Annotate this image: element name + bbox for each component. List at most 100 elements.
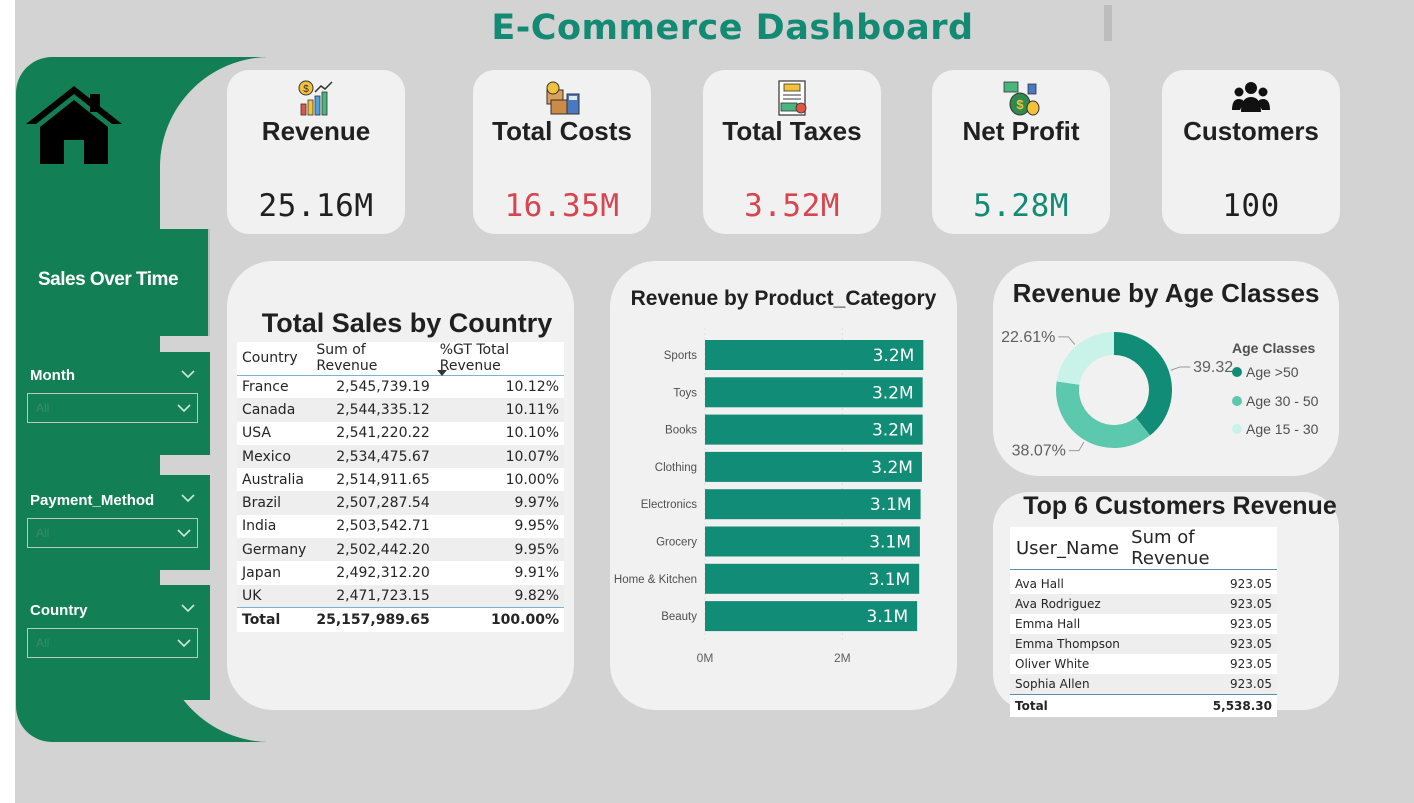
- user-name-cell: Ava Rodriguez: [1010, 593, 1126, 614]
- total-row: Total 5,538.30: [1010, 694, 1277, 717]
- revenue-cell: 923.05: [1230, 657, 1272, 672]
- percent-cell: 10.07%: [434, 444, 564, 469]
- bar-data-label: 3.1M: [869, 533, 911, 553]
- kpi-value: 3.52M: [744, 188, 840, 224]
- percent-cell: 9.95%: [514, 518, 559, 535]
- country-cell: Germany: [237, 538, 312, 562]
- kpi-value: 100: [1222, 188, 1280, 224]
- category-tick-label: Grocery: [656, 537, 697, 549]
- left-edge: [0, 0, 15, 803]
- legend-item[interactable]: Age 15 - 30: [1232, 421, 1318, 437]
- leader-line: [1068, 441, 1085, 452]
- table-row[interactable]: Emma Thompson 923.05: [1010, 634, 1277, 655]
- table-row[interactable]: Sophia Allen 923.05: [1010, 674, 1277, 695]
- revenue-cell: 923.05: [1230, 616, 1272, 631]
- table-row[interactable]: Germany 2,502,442.20 9.95%: [237, 538, 564, 562]
- sort-descending-icon: [436, 369, 447, 376]
- user-name-cell: Ava Hall: [1015, 576, 1064, 591]
- country-cell: India: [242, 518, 277, 535]
- kpi-label: Customers: [1183, 116, 1319, 146]
- svg-text:$: $: [1016, 97, 1024, 112]
- total-revenue: 5,538.30: [1125, 694, 1277, 717]
- table-row[interactable]: India 2,503,542.71 9.95%: [237, 515, 564, 538]
- age-chart-title: Revenue by Age Classes: [1012, 278, 1320, 308]
- table-row[interactable]: Australia 2,514,911.65 10.00%: [237, 468, 564, 491]
- donut-slice[interactable]: [1114, 332, 1172, 436]
- revenue-cell: 923.05: [1125, 674, 1277, 695]
- country-select-value: All: [36, 636, 50, 650]
- slice-data-label: 38.07%: [1012, 443, 1066, 460]
- chevron-down-icon: [177, 404, 191, 413]
- chevron-down-icon[interactable]: [181, 603, 195, 613]
- title-divider: [1104, 5, 1112, 41]
- table-row[interactable]: Ava Rodriguez 923.05: [1010, 593, 1277, 614]
- revenue-cell: 2,507,287.54: [311, 491, 435, 515]
- month-select-value: All: [36, 401, 50, 415]
- table-row[interactable]: UK 2,471,723.15 9.82%: [237, 584, 564, 608]
- percent-cell: 10.12%: [505, 378, 559, 395]
- category-bar-chart: Sports 3.2M Toys 3.2M Books 3.2M Clothing 3.2M E…: [614, 328, 924, 665]
- total-label: Total: [1010, 694, 1126, 717]
- legend-title: Age Classes: [1232, 340, 1316, 356]
- revenue-cell: 2,534,475.67: [311, 444, 435, 469]
- column-header[interactable]: Country: [237, 342, 312, 376]
- column-header-label: %GT Total Revenue: [439, 342, 510, 375]
- table-row[interactable]: USA 2,541,220.22 10.10%: [237, 422, 564, 445]
- donut-slice[interactable]: [1056, 381, 1151, 448]
- tax-document-icon: [778, 80, 807, 116]
- country-table-title: Total Sales by Country: [261, 308, 553, 338]
- revenue-cell: 923.05: [1230, 576, 1272, 591]
- home-icon[interactable]: [24, 84, 124, 166]
- bar-data-label: 3.2M: [873, 346, 915, 366]
- revenue-cell: 2,503,542.71: [336, 518, 430, 535]
- bar-data-label: 3.1M: [870, 495, 912, 515]
- revenue-cell: 2,492,312.20: [336, 565, 430, 582]
- kpi-value: 25.16M: [258, 188, 374, 224]
- table-row[interactable]: Japan 2,492,312.20 9.91%: [237, 561, 564, 584]
- legend-item[interactable]: Age >50: [1232, 364, 1299, 380]
- leader-line: [1170, 366, 1191, 371]
- payment-method-filter-label: Payment_Method: [30, 492, 155, 509]
- sales-over-time-button[interactable]: Sales Over Time: [16, 229, 210, 336]
- column-header[interactable]: User_Name: [1010, 527, 1126, 570]
- legend-marker: [1232, 367, 1242, 377]
- country-select[interactable]: All: [27, 628, 198, 658]
- column-header[interactable]: Sum of Revenue: [311, 342, 435, 376]
- table-row[interactable]: Brazil 2,507,287.54 9.97%: [237, 491, 564, 515]
- slice-data-label: 39.32%: [1193, 359, 1233, 376]
- bar-data-label: 3.1M: [866, 607, 908, 627]
- table-row[interactable]: Ava Hall 923.05: [1010, 574, 1277, 594]
- kpi-card-customers: Customers 100: [1162, 70, 1340, 234]
- x-tick-label: 0M: [697, 651, 714, 665]
- table-row[interactable]: Oliver White 923.05: [1010, 654, 1277, 674]
- table-row[interactable]: Mexico 2,534,475.67 10.07%: [237, 444, 564, 469]
- revenue-cell: 2,471,723.15: [311, 584, 435, 608]
- table-row[interactable]: Canada 2,544,335.12 10.11%: [237, 398, 564, 422]
- bar-data-label: 3.2M: [872, 383, 914, 403]
- month-select[interactable]: All: [27, 393, 198, 423]
- donut-slice[interactable]: [1056, 332, 1114, 385]
- chevron-down-icon[interactable]: [181, 493, 195, 503]
- table-row[interactable]: Emma Hall 923.05: [1010, 614, 1277, 634]
- country-cell: Canada: [237, 398, 312, 422]
- table-row[interactable]: France 2,545,739.19 10.12%: [237, 375, 564, 398]
- chevron-down-icon[interactable]: [181, 369, 195, 379]
- legend-item[interactable]: Age 30 - 50: [1232, 393, 1318, 409]
- column-header[interactable]: Sum of Revenue: [1125, 527, 1277, 570]
- kpi-value: 16.35M: [504, 188, 620, 224]
- revenue-cell: 2,514,911.65: [336, 471, 430, 488]
- kpi-label: Total Taxes: [722, 116, 862, 146]
- total-percent: 100.00%: [434, 607, 564, 632]
- kpi-card-net-profit: $ Net Profit 5.28M: [932, 70, 1110, 234]
- category-tick-label: Beauty: [661, 611, 697, 623]
- country-cell: Brazil: [237, 491, 312, 515]
- revenue-cell: 2,541,220.22: [336, 425, 430, 442]
- x-tick-label: 2M: [834, 651, 851, 665]
- column-header-sorted[interactable]: %GT Total Revenue: [434, 342, 564, 376]
- kpi-value: 5.28M: [973, 188, 1069, 224]
- percent-cell: 10.00%: [505, 471, 559, 488]
- kpi-card-total-taxes: Total Taxes 3.52M: [703, 70, 881, 234]
- user-name-cell: Oliver White: [1015, 657, 1090, 672]
- country-cell: Japan: [242, 565, 282, 582]
- payment-method-select[interactable]: All: [27, 518, 198, 548]
